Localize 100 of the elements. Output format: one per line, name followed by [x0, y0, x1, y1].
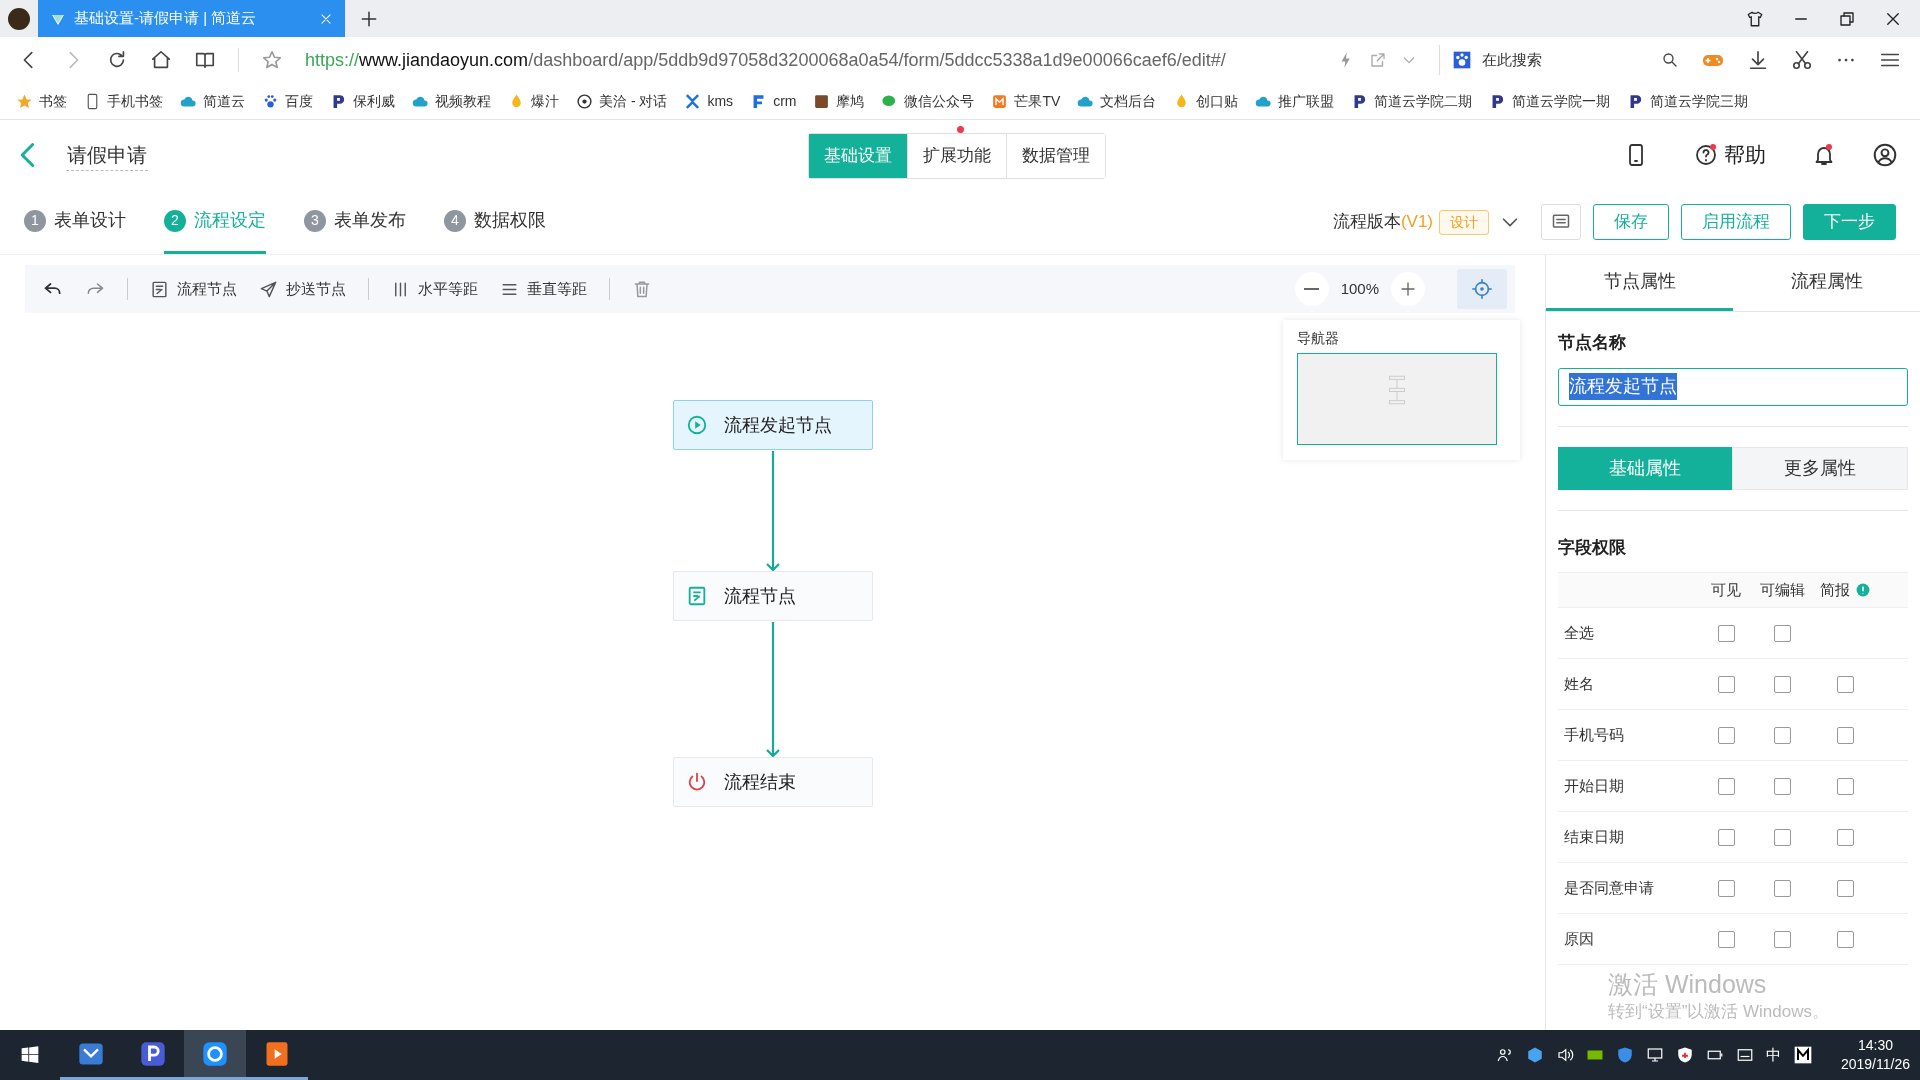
bookmark-link[interactable]: 视频教程 [435, 90, 491, 112]
checkbox[interactable] [1717, 726, 1735, 744]
zoom-in-button[interactable] [1391, 272, 1425, 306]
flow-node[interactable]: 流程结束 [673, 757, 873, 807]
step-tab[interactable]: 4 数据权限 [444, 190, 546, 254]
checkbox[interactable] [1773, 675, 1791, 693]
search-field[interactable]: 在此搜索 [1482, 48, 1651, 72]
trash-icon[interactable] [632, 279, 652, 299]
checkbox[interactable] [1717, 624, 1735, 642]
input-field[interactable]: 流程发起节点 [1558, 367, 1908, 406]
security-shield-icon[interactable] [1675, 1046, 1694, 1064]
activation-title: 激活 Windows [1608, 969, 1768, 999]
bookmark-link[interactable]: 手机书签 [107, 90, 163, 112]
flow-node[interactable]: 流程发起节点 [673, 400, 873, 450]
search-icon[interactable] [1661, 51, 1679, 69]
profile-avatar[interactable] [8, 7, 30, 30]
square-logo-icon [991, 92, 1009, 110]
step-tab[interactable]: 3 表单发布 [304, 190, 406, 254]
checkbox[interactable] [1836, 930, 1854, 948]
toolbar-button[interactable]: 流程节点 [150, 277, 237, 301]
bookmark-link[interactable]: 百度 [285, 90, 313, 112]
field-name: 开始日期 [1563, 775, 1625, 796]
toolbar-button[interactable]: 抄送节点 [259, 277, 346, 301]
design-badge: 设计 [1439, 209, 1489, 235]
paper-plane-icon [259, 279, 278, 299]
checkbox[interactable] [1717, 828, 1735, 846]
shield-icon[interactable] [1615, 1046, 1634, 1064]
chat-bubble-icon [576, 92, 593, 110]
zoom-out-button[interactable] [1294, 272, 1329, 306]
checkbox[interactable] [1773, 624, 1791, 642]
clock-date: 2019/11/26 [1840, 1055, 1910, 1074]
checkbox[interactable] [1836, 879, 1854, 897]
star-icon[interactable] [261, 49, 283, 71]
windows-logo-icon [20, 1045, 40, 1065]
checkbox[interactable] [1717, 930, 1735, 948]
bookmark-link[interactable]: 爆汁 [531, 90, 559, 112]
cube-icon[interactable] [1525, 1046, 1544, 1064]
bookmark-link[interactable]: 文档后台 [1100, 90, 1157, 112]
field-name: 全选 [1563, 622, 1595, 643]
toolbar-button[interactable]: 水平等距 [391, 277, 478, 301]
sub-tab[interactable]: 更多属性 [1732, 446, 1908, 490]
field-name: 姓名 [1563, 673, 1595, 694]
bookmark-link[interactable]: 微信公众号 [904, 90, 975, 112]
field-name: 手机号码 [1563, 724, 1625, 745]
top-tab[interactable]: 数据管理 [1006, 134, 1105, 178]
input-method-indicator[interactable]: 中 [1765, 1043, 1781, 1067]
checkbox[interactable] [1836, 777, 1854, 795]
bookmark-link[interactable]: 简道云学院三期 [1650, 90, 1749, 112]
bookmark-link[interactable]: 保利威 [353, 90, 395, 112]
bookmark-link[interactable]: 书签 [39, 90, 67, 112]
step-tab[interactable]: 1 表单设计 [24, 190, 126, 254]
checkbox[interactable] [1836, 828, 1854, 846]
step-number: 2 [164, 209, 186, 232]
form-title[interactable]: 请假申请 [66, 139, 148, 171]
home-icon[interactable] [150, 49, 172, 71]
step-number: 1 [24, 209, 46, 232]
bookmark-link[interactable]: 摩鸠 [836, 90, 865, 112]
clock[interactable]: 14:30 2019/11/26 [1840, 1036, 1910, 1074]
panel-tab[interactable]: 节点属性 [1546, 255, 1733, 311]
checkbox[interactable] [1836, 726, 1854, 744]
bookmark-link[interactable]: 美洽 - 对话 [599, 90, 668, 112]
bookmark-link[interactable]: 创口贴 [1196, 90, 1239, 112]
scissors-icon[interactable] [1791, 49, 1813, 71]
bookmark-link[interactable]: 简道云 [203, 90, 245, 112]
checkbox[interactable] [1773, 879, 1791, 897]
checkbox[interactable] [1717, 675, 1735, 693]
star-icon [16, 92, 33, 110]
m-logo-icon[interactable] [1792, 1045, 1813, 1065]
field-name: 结束日期 [1563, 826, 1625, 847]
checkbox[interactable] [1836, 675, 1854, 693]
bookmark-link[interactable]: 推广联盟 [1278, 90, 1335, 112]
keyboard-icon[interactable] [1735, 1046, 1754, 1064]
speaker-icon[interactable] [1555, 1046, 1574, 1064]
bookmark-link[interactable]: 芒果TV [1014, 90, 1061, 112]
shirt-icon[interactable] [1746, 9, 1764, 28]
checkbox[interactable] [1717, 777, 1735, 795]
checkbox[interactable] [1717, 879, 1735, 897]
checkbox[interactable] [1773, 726, 1791, 744]
locate-button[interactable] [1457, 269, 1507, 309]
checkbox[interactable] [1773, 777, 1791, 795]
url-text[interactable]: https://www.jiandaoyun.com/dashboard/app/5ddb9d97058d3200068a0a54/form/5ddcc5338a1d9e00066caef6/edit#/ [305, 46, 1315, 74]
people-icon[interactable] [1495, 1046, 1514, 1064]
panel-tab[interactable]: 流程属性 [1733, 255, 1920, 311]
info-icon[interactable] [1856, 583, 1870, 597]
section-title: 字段权限 [1558, 536, 1627, 559]
help-link[interactable]: 帮助 [1694, 139, 1766, 171]
toolbar-button[interactable]: 垂直等距 [500, 277, 587, 301]
bookmark-link[interactable]: crm [773, 90, 797, 112]
user-icon[interactable] [1872, 142, 1898, 168]
checkbox[interactable] [1773, 930, 1791, 948]
checkbox[interactable] [1773, 828, 1791, 846]
restore-icon[interactable] [1838, 9, 1856, 28]
taskbar-app[interactable] [184, 1030, 246, 1080]
comment-button[interactable] [1541, 204, 1581, 240]
bookmark-link[interactable]: 简道云学院一期 [1512, 90, 1611, 112]
flow-node[interactable]: 流程节点 [673, 571, 873, 621]
monitor-icon[interactable] [1645, 1046, 1664, 1064]
download-icon[interactable] [1747, 49, 1769, 71]
bookmark-link[interactable]: 简道云学院二期 [1374, 90, 1473, 112]
bookmark-link[interactable]: kms [707, 90, 734, 112]
